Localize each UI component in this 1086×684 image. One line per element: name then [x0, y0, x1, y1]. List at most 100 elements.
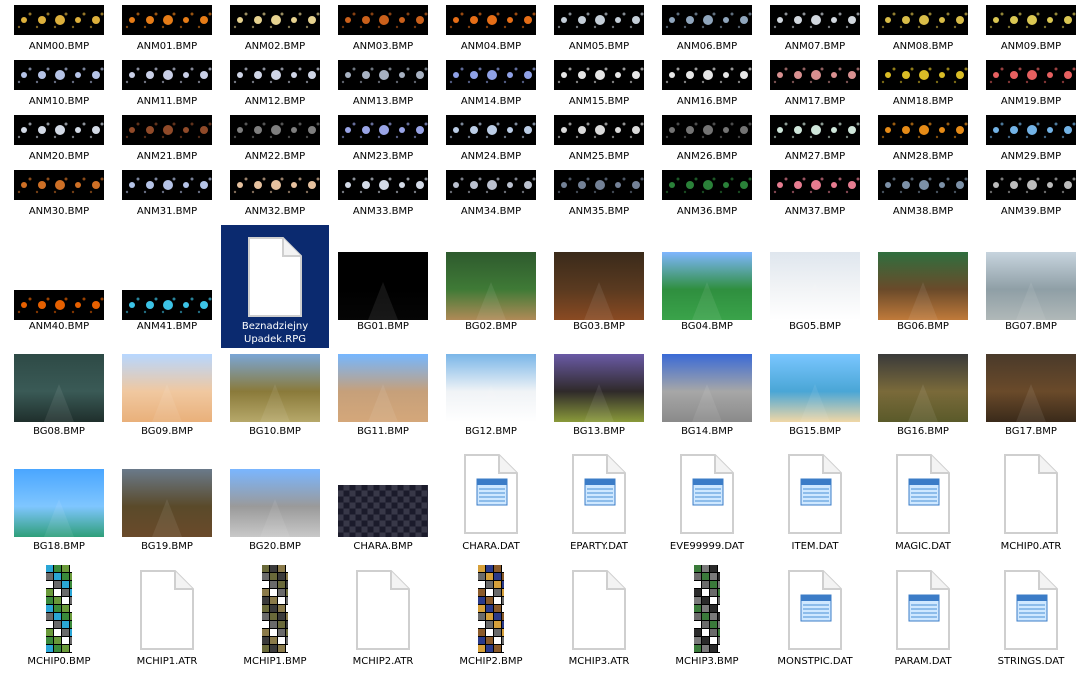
- file-item[interactable]: ANM01.BMP: [113, 5, 221, 55]
- file-item[interactable]: ANM23.BMP: [329, 115, 437, 165]
- file-item[interactable]: BG19.BMP: [113, 455, 221, 555]
- file-name: ANM04.BMP: [460, 41, 522, 52]
- file-item[interactable]: BG15.BMP: [761, 350, 869, 440]
- file-item[interactable]: BG03.BMP: [545, 225, 653, 335]
- animation-thumbnail: [122, 5, 212, 35]
- file-item[interactable]: ANM19.BMP: [977, 60, 1085, 110]
- file-item[interactable]: BG13.BMP: [545, 350, 653, 440]
- file-item[interactable]: BG12.BMP: [437, 350, 545, 440]
- thumbnail-wrap: [329, 455, 437, 537]
- file-item[interactable]: BG11.BMP: [329, 350, 437, 440]
- file-item[interactable]: MCHIP2.ATR: [329, 565, 437, 670]
- file-item[interactable]: MCHIP0.ATR: [977, 454, 1085, 555]
- file-item[interactable]: ANM29.BMP: [977, 115, 1085, 165]
- file-item[interactable]: ANM00.BMP: [5, 5, 113, 55]
- file-item[interactable]: MONSTPIC.DAT: [761, 565, 869, 670]
- file-item[interactable]: ANM37.BMP: [761, 170, 869, 220]
- file-item[interactable]: ANM16.BMP: [653, 60, 761, 110]
- file-item[interactable]: ANM13.BMP: [329, 60, 437, 110]
- file-item[interactable]: BG16.BMP: [869, 350, 977, 440]
- file-item[interactable]: ITEM.DAT: [761, 454, 869, 555]
- file-item[interactable]: ANM41.BMP: [113, 225, 221, 335]
- file-item[interactable]: MCHIP0.BMP: [5, 565, 113, 670]
- thumbnail-wrap: [869, 454, 977, 537]
- file-name: ANM36.BMP: [676, 206, 738, 217]
- file-item[interactable]: BG08.BMP: [5, 350, 113, 440]
- animation-thumbnail: [878, 115, 968, 145]
- file-item[interactable]: ANM14.BMP: [437, 60, 545, 110]
- file-item[interactable]: ANM12.BMP: [221, 60, 329, 110]
- file-item[interactable]: ANM34.BMP: [437, 170, 545, 220]
- file-item[interactable]: BG02.BMP: [437, 225, 545, 335]
- thumbnail-wrap: [437, 170, 545, 200]
- file-item[interactable]: ANM40.BMP: [5, 225, 113, 335]
- notepad-document-icon: [464, 454, 518, 534]
- file-item[interactable]: ANM11.BMP: [113, 60, 221, 110]
- thumbnail-wrap: [653, 5, 761, 35]
- file-item[interactable]: PARAM.DAT: [869, 565, 977, 670]
- file-item[interactable]: BG05.BMP: [761, 225, 869, 335]
- thumbnail-wrap: [5, 170, 113, 200]
- file-item[interactable]: EVE99999.DAT: [653, 454, 761, 555]
- file-item[interactable]: ANM06.BMP: [653, 5, 761, 55]
- file-item[interactable]: ANM31.BMP: [113, 170, 221, 220]
- file-item[interactable]: MCHIP3.ATR: [545, 565, 653, 670]
- file-item[interactable]: MCHIP2.BMP: [437, 565, 545, 670]
- file-item[interactable]: ANM15.BMP: [545, 60, 653, 110]
- animation-thumbnail: [554, 170, 644, 200]
- file-item[interactable]: BG18.BMP: [5, 455, 113, 555]
- file-item[interactable]: CHARA.BMP: [329, 455, 437, 555]
- file-item[interactable]: BG07.BMP: [977, 225, 1085, 335]
- file-item[interactable]: ANM20.BMP: [5, 115, 113, 165]
- file-item[interactable]: BG09.BMP: [113, 350, 221, 440]
- file-item[interactable]: CHARA.DAT: [437, 454, 545, 555]
- file-item[interactable]: ANM39.BMP: [977, 170, 1085, 220]
- file-item[interactable]: BG14.BMP: [653, 350, 761, 440]
- file-item[interactable]: ANM10.BMP: [5, 60, 113, 110]
- file-name: ANM40.BMP: [28, 321, 90, 332]
- file-item[interactable]: STRINGS.DAT: [977, 565, 1085, 670]
- file-item[interactable]: MCHIP3.BMP: [653, 565, 761, 670]
- file-item[interactable]: BG04.BMP: [653, 225, 761, 335]
- tileset-thumbnail: [262, 565, 288, 653]
- file-item[interactable]: EPARTY.DAT: [545, 454, 653, 555]
- file-item[interactable]: Beznadziejny Upadek.RPG: [221, 225, 329, 348]
- animation-thumbnail: [230, 60, 320, 90]
- file-item[interactable]: ANM30.BMP: [5, 170, 113, 220]
- file-item[interactable]: ANM05.BMP: [545, 5, 653, 55]
- file-item[interactable]: BG10.BMP: [221, 350, 329, 440]
- file-item[interactable]: ANM18.BMP: [869, 60, 977, 110]
- file-item[interactable]: ANM33.BMP: [329, 170, 437, 220]
- thumbnail-wrap: [221, 5, 329, 35]
- file-item[interactable]: ANM38.BMP: [869, 170, 977, 220]
- file-item[interactable]: ANM25.BMP: [545, 115, 653, 165]
- file-item[interactable]: MCHIP1.BMP: [221, 565, 329, 670]
- file-item[interactable]: BG06.BMP: [869, 225, 977, 335]
- file-item[interactable]: ANM04.BMP: [437, 5, 545, 55]
- file-item[interactable]: ANM07.BMP: [761, 5, 869, 55]
- file-item[interactable]: ANM35.BMP: [545, 170, 653, 220]
- file-item[interactable]: ANM02.BMP: [221, 5, 329, 55]
- file-name: ANM24.BMP: [460, 151, 522, 162]
- file-item[interactable]: ANM32.BMP: [221, 170, 329, 220]
- file-item[interactable]: ANM08.BMP: [869, 5, 977, 55]
- animation-thumbnail: [770, 5, 860, 35]
- file-item[interactable]: BG17.BMP: [977, 350, 1085, 440]
- file-item[interactable]: MAGIC.DAT: [869, 454, 977, 555]
- file-item[interactable]: ANM09.BMP: [977, 5, 1085, 55]
- file-item[interactable]: BG01.BMP: [329, 225, 437, 335]
- file-item[interactable]: ANM24.BMP: [437, 115, 545, 165]
- thumbnail-wrap: [761, 350, 869, 422]
- file-name: BG12.BMP: [465, 426, 517, 437]
- file-item[interactable]: ANM17.BMP: [761, 60, 869, 110]
- file-item[interactable]: ANM03.BMP: [329, 5, 437, 55]
- thumbnail-wrap: [437, 565, 545, 653]
- file-item[interactable]: ANM36.BMP: [653, 170, 761, 220]
- file-item[interactable]: ANM22.BMP: [221, 115, 329, 165]
- file-item[interactable]: ANM28.BMP: [869, 115, 977, 165]
- file-item[interactable]: ANM21.BMP: [113, 115, 221, 165]
- file-item[interactable]: MCHIP1.ATR: [113, 565, 221, 670]
- file-item[interactable]: ANM27.BMP: [761, 115, 869, 165]
- file-item[interactable]: ANM26.BMP: [653, 115, 761, 165]
- file-item[interactable]: BG20.BMP: [221, 455, 329, 555]
